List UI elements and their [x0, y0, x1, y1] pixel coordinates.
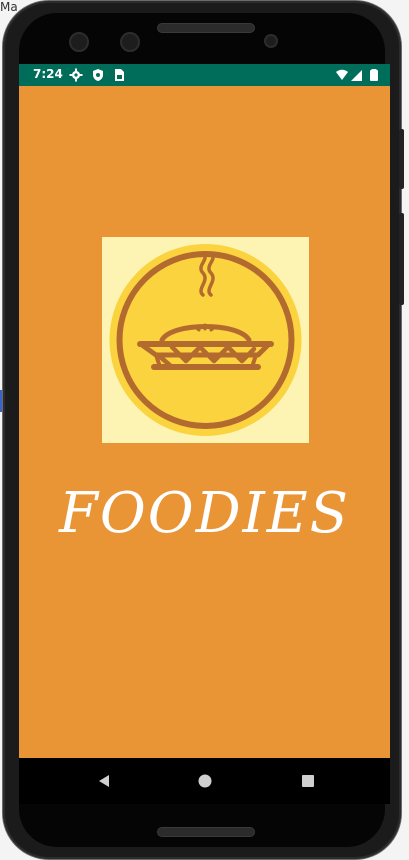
app-title: FOODIES	[59, 481, 350, 546]
top-speaker	[157, 23, 255, 33]
wifi-icon	[336, 69, 348, 80]
volume-button	[399, 213, 404, 305]
bottom-speaker	[157, 827, 255, 837]
front-camera-right	[120, 32, 140, 52]
app-screen: 7:24 FOODIES	[19, 64, 390, 758]
power-button	[399, 129, 404, 189]
sim-card-icon	[115, 69, 124, 81]
status-bar: 7:24	[19, 64, 390, 86]
back-button[interactable]	[95, 771, 115, 791]
shield-icon	[93, 69, 103, 81]
desktop-window-label: Ma	[0, 0, 18, 14]
recents-button[interactable]	[298, 771, 318, 791]
cellular-signal-icon	[351, 70, 362, 81]
proximity-sensor	[264, 34, 278, 48]
pie-icon	[109, 244, 302, 436]
status-time: 7:24	[33, 67, 63, 81]
battery-icon	[370, 69, 378, 81]
navigation-bar	[19, 758, 390, 804]
front-camera-left	[69, 32, 89, 52]
app-logo	[102, 237, 309, 443]
gear-icon	[69, 68, 83, 82]
home-button[interactable]	[195, 771, 215, 791]
